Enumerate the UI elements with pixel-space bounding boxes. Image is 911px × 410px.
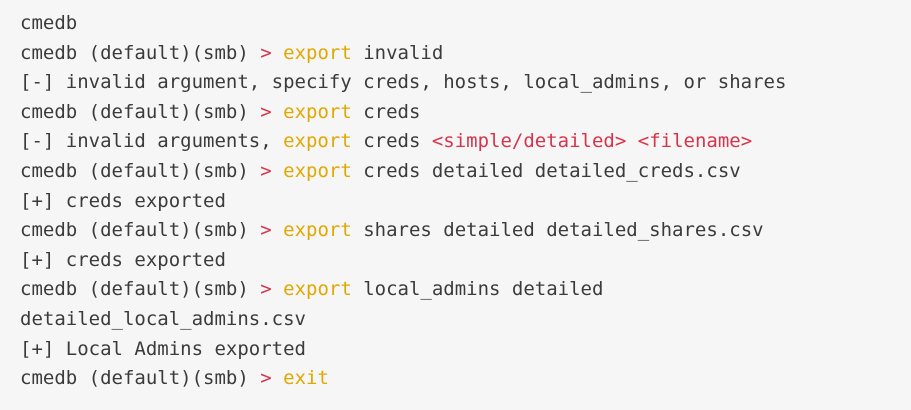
terminal-line: cmedb (default)(smb) > exit	[20, 364, 911, 394]
terminal-text: invalid	[351, 41, 444, 64]
command-keyword: export	[283, 130, 352, 153]
terminal-output: cmedb cmedb (default)(smb) > export inval…	[0, 0, 911, 410]
argument-placeholder: <simple/detailed>	[431, 130, 627, 153]
prompt-symbol: >	[260, 159, 272, 182]
prompt-symbol: >	[260, 219, 272, 242]
terminal-text: cmedb (default)(smb)	[20, 41, 261, 64]
terminal-text: cmedb (default)(smb)	[20, 278, 261, 301]
terminal-line: cmedb (default)(smb) > export shares det…	[20, 216, 911, 246]
command-keyword: export	[283, 100, 352, 123]
terminal-line: detailed_local_admins.csv	[20, 305, 911, 335]
terminal-text: cmedb (default)(smb)	[20, 219, 261, 242]
terminal-text: creds detailed detailed_creds.csv	[351, 159, 741, 182]
terminal-line: cmedb (default)(smb) > export creds	[20, 98, 911, 128]
terminal-line: cmedb	[20, 9, 911, 39]
terminal-text: cmedb (default)(smb)	[20, 159, 261, 182]
command-keyword: export	[283, 219, 352, 242]
command-keyword: export	[283, 159, 352, 182]
terminal-text: [-] invalid argument, specify creds, hos…	[20, 71, 787, 94]
terminal-text: [+] Local Admins exported	[20, 337, 306, 360]
terminal-text: cmedb	[20, 12, 78, 34]
terminal-text: creds	[351, 130, 432, 153]
terminal-text: creds	[351, 100, 421, 123]
prompt-symbol: >	[260, 41, 272, 64]
terminal-line: cmedb (default)(smb) > export invalid	[20, 39, 911, 69]
terminal-text: [+] creds exported	[20, 248, 226, 271]
terminal-line: cmedb (default)(smb) > export local_admi…	[20, 275, 911, 305]
command-keyword: export	[283, 278, 352, 301]
terminal-text: [-] invalid arguments,	[20, 130, 284, 153]
argument-placeholder: <filename>	[637, 130, 753, 153]
terminal-line: [-] invalid arguments, export creds <sim…	[20, 127, 911, 157]
terminal-text: shares detailed detailed_shares.csv	[351, 219, 764, 242]
command-keyword: exit	[283, 367, 329, 390]
terminal-text: [+] creds exported	[20, 189, 226, 212]
terminal-line: [-] invalid argument, specify creds, hos…	[20, 68, 911, 98]
terminal-line: [+] creds exported	[20, 246, 911, 276]
terminal-line: [+] Local Admins exported	[20, 335, 911, 365]
terminal-line: [+] creds exported	[20, 187, 911, 217]
prompt-symbol: >	[260, 278, 272, 301]
terminal-line: cmedb (default)(smb) > export creds deta…	[20, 157, 911, 187]
terminal-text: cmedb (default)(smb)	[20, 100, 261, 123]
terminal-text: local_admins detailed	[351, 278, 604, 301]
terminal-text: detailed_local_admins.csv	[20, 307, 306, 330]
terminal-text: cmedb (default)(smb)	[20, 367, 261, 390]
prompt-symbol: >	[260, 367, 272, 390]
command-keyword: export	[283, 41, 352, 64]
prompt-symbol: >	[260, 100, 272, 123]
